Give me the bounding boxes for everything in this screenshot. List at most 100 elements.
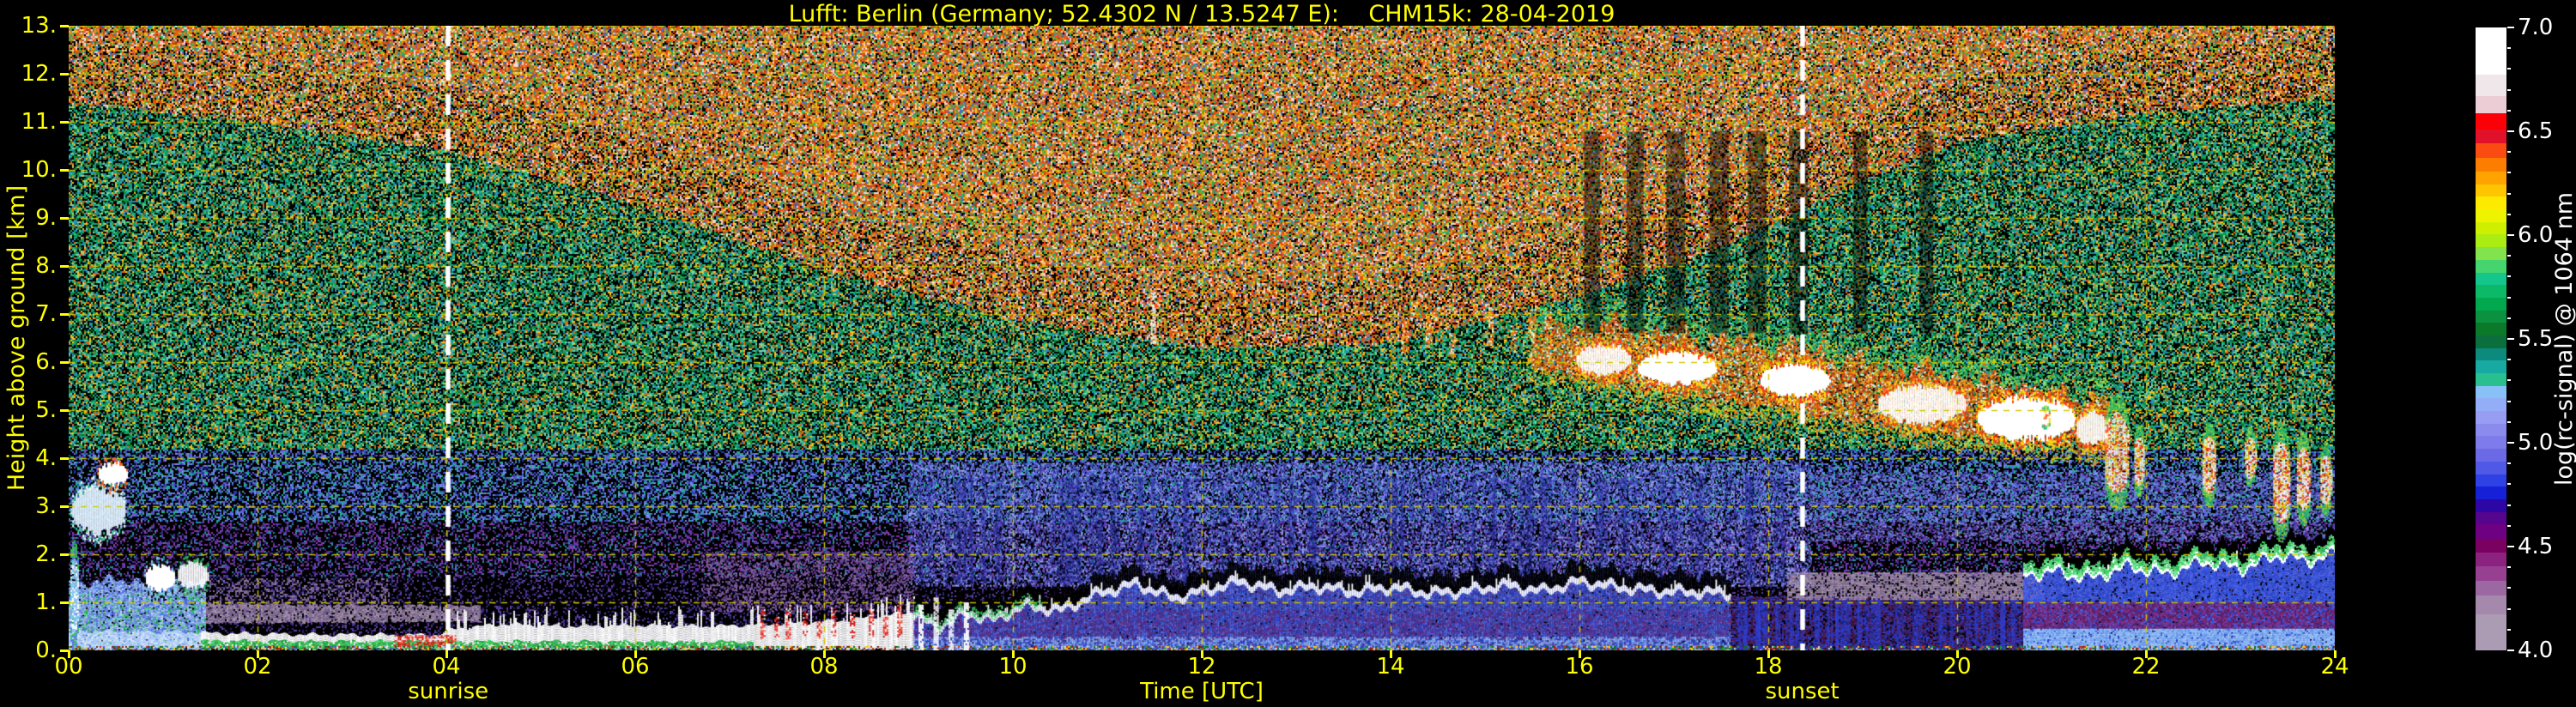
colorbar-segment-15 — [2476, 272, 2506, 286]
colorbar-segment-39 — [2476, 580, 2506, 596]
colorbar-tick-6.5 — [2507, 130, 2514, 132]
colorbar-segment-31 — [2476, 474, 2506, 487]
colorbar-segment-2 — [2476, 95, 2506, 113]
colorbar-tick-label-4.5: 4.5 — [2518, 534, 2554, 559]
colorbar-segment-35 — [2476, 524, 2506, 539]
y-tick-label-7.: 7. — [35, 301, 57, 327]
y-tick-9. — [60, 217, 69, 220]
x-tick-label-22: 22 — [2131, 654, 2161, 680]
colorbar-segment-8 — [2476, 184, 2506, 197]
colorbar-segment-25 — [2476, 398, 2506, 412]
sunrise-label: sunrise — [408, 679, 489, 704]
colorbar-tick-6.1 — [2507, 213, 2511, 215]
colorbar-tick-5.6 — [2507, 317, 2511, 319]
colorbar-segment-17 — [2476, 297, 2506, 311]
x-tick-label-14: 14 — [1376, 654, 1405, 680]
y-tick-6. — [60, 361, 69, 364]
colorbar — [2476, 27, 2506, 651]
colorbar-segment-37 — [2476, 552, 2506, 567]
colorbar-tick-6.8 — [2507, 68, 2511, 70]
colorbar-tick-6.7 — [2507, 88, 2511, 91]
y-tick-13. — [60, 25, 69, 27]
colorbar-tick-5.0 — [2507, 442, 2514, 444]
colorbar-segment-36 — [2476, 538, 2506, 553]
y-tick-label-8.: 8. — [35, 253, 57, 279]
colorbar-tick-5.3 — [2507, 379, 2511, 382]
colorbar-tick-6.3 — [2507, 172, 2511, 174]
colorbar-segment-1 — [2476, 75, 2506, 96]
colorbar-tick-4.3 — [2507, 587, 2511, 589]
colorbar-tick-label-6.5: 6.5 — [2518, 118, 2554, 144]
colorbar-segment-28 — [2476, 436, 2506, 450]
x-tick-label-10: 10 — [998, 654, 1027, 680]
colorbar-tick-4.4 — [2507, 566, 2511, 569]
colorbar-tick-4.7 — [2507, 504, 2511, 506]
sunset-label: sunset — [1765, 679, 1840, 704]
y-tick-4. — [60, 457, 69, 460]
colorbar-segment-6 — [2476, 157, 2506, 172]
y-tick-label-11.: 11. — [21, 109, 57, 135]
colorbar-tick-5.9 — [2507, 255, 2511, 257]
colorbar-tick-4.8 — [2507, 483, 2511, 486]
colorbar-segment-0 — [2476, 27, 2506, 76]
colorbar-tick-label-5.5: 5.5 — [2518, 326, 2554, 352]
y-tick-1. — [60, 601, 69, 604]
y-tick-label-5.: 5. — [35, 397, 57, 423]
colorbar-tick-label-5.0: 5.0 — [2518, 430, 2554, 456]
y-tick-label-6.: 6. — [35, 349, 57, 375]
colorbar-tick-5.4 — [2507, 359, 2511, 361]
colorbar-tick-6.9 — [2507, 47, 2511, 50]
x-tick-label-24: 24 — [2320, 654, 2349, 680]
colorbar-segment-22 — [2476, 360, 2506, 374]
colorbar-tick-5.2 — [2507, 400, 2511, 402]
chart-title: Lufft: Berlin (Germany; 52.4302 N / 13.5… — [788, 1, 1615, 27]
x-tick-label-00: 00 — [54, 654, 83, 680]
colorbar-tick-6.4 — [2507, 151, 2511, 154]
x-tick-label-06: 06 — [621, 654, 650, 680]
x-tick-label-02: 02 — [243, 654, 272, 680]
colorbar-segment-3 — [2476, 112, 2506, 130]
x-tick-label-20: 20 — [1943, 654, 1972, 680]
colorbar-segment-9 — [2476, 196, 2506, 210]
y-tick-3. — [60, 505, 69, 508]
colorbar-segment-29 — [2476, 449, 2506, 462]
colorbar-segment-27 — [2476, 423, 2506, 437]
colorbar-segment-24 — [2476, 385, 2506, 399]
y-tick-label-10.: 10. — [21, 157, 57, 183]
y-tick-label-1.: 1. — [35, 589, 57, 615]
colorbar-segment-38 — [2476, 566, 2506, 581]
colorbar-segment-23 — [2476, 373, 2506, 386]
colorbar-tick-label-6.0: 6.0 — [2518, 222, 2554, 248]
colorbar-segment-40 — [2476, 595, 2506, 614]
colorbar-tick-7.0 — [2507, 27, 2514, 28]
colorbar-segment-33 — [2476, 499, 2506, 512]
colorbar-tick-5.5 — [2507, 338, 2514, 340]
colorbar-tick-5.1 — [2507, 420, 2511, 423]
y-tick-7. — [60, 313, 69, 316]
colorbar-tick-6.0 — [2507, 234, 2514, 236]
colorbar-segment-5 — [2476, 143, 2506, 158]
colorbar-segment-16 — [2476, 285, 2506, 298]
colorbar-segment-30 — [2476, 461, 2506, 474]
y-tick-label-2.: 2. — [35, 541, 57, 567]
x-tick-label-18: 18 — [1754, 654, 1783, 680]
colorbar-tick-5.8 — [2507, 275, 2511, 278]
colorbar-tick-5.7 — [2507, 296, 2511, 299]
colorbar-tick-6.6 — [2507, 109, 2511, 112]
y-tick-11. — [60, 121, 69, 124]
colorbar-tick-4.5 — [2507, 546, 2514, 547]
colorbar-segment-18 — [2476, 310, 2506, 323]
colorbar-tick-label-7.0: 7.0 — [2518, 15, 2554, 40]
colorbar-segment-34 — [2476, 511, 2506, 525]
y-tick-label-12.: 12. — [21, 61, 57, 87]
x-tick-label-04: 04 — [432, 654, 461, 680]
colorbar-segment-26 — [2476, 411, 2506, 424]
colorbar-segment-20 — [2476, 335, 2506, 348]
colorbar-tick-label-4.0: 4.0 — [2518, 638, 2554, 663]
colorbar-segment-41 — [2476, 613, 2506, 651]
colorbar-tick-4.6 — [2507, 524, 2511, 527]
colorbar-tick-6.2 — [2507, 192, 2511, 195]
colorbar-tick-4.1 — [2507, 628, 2511, 631]
y-tick-label-4.: 4. — [35, 445, 57, 471]
colorbar-tick-4.0 — [2507, 650, 2514, 651]
